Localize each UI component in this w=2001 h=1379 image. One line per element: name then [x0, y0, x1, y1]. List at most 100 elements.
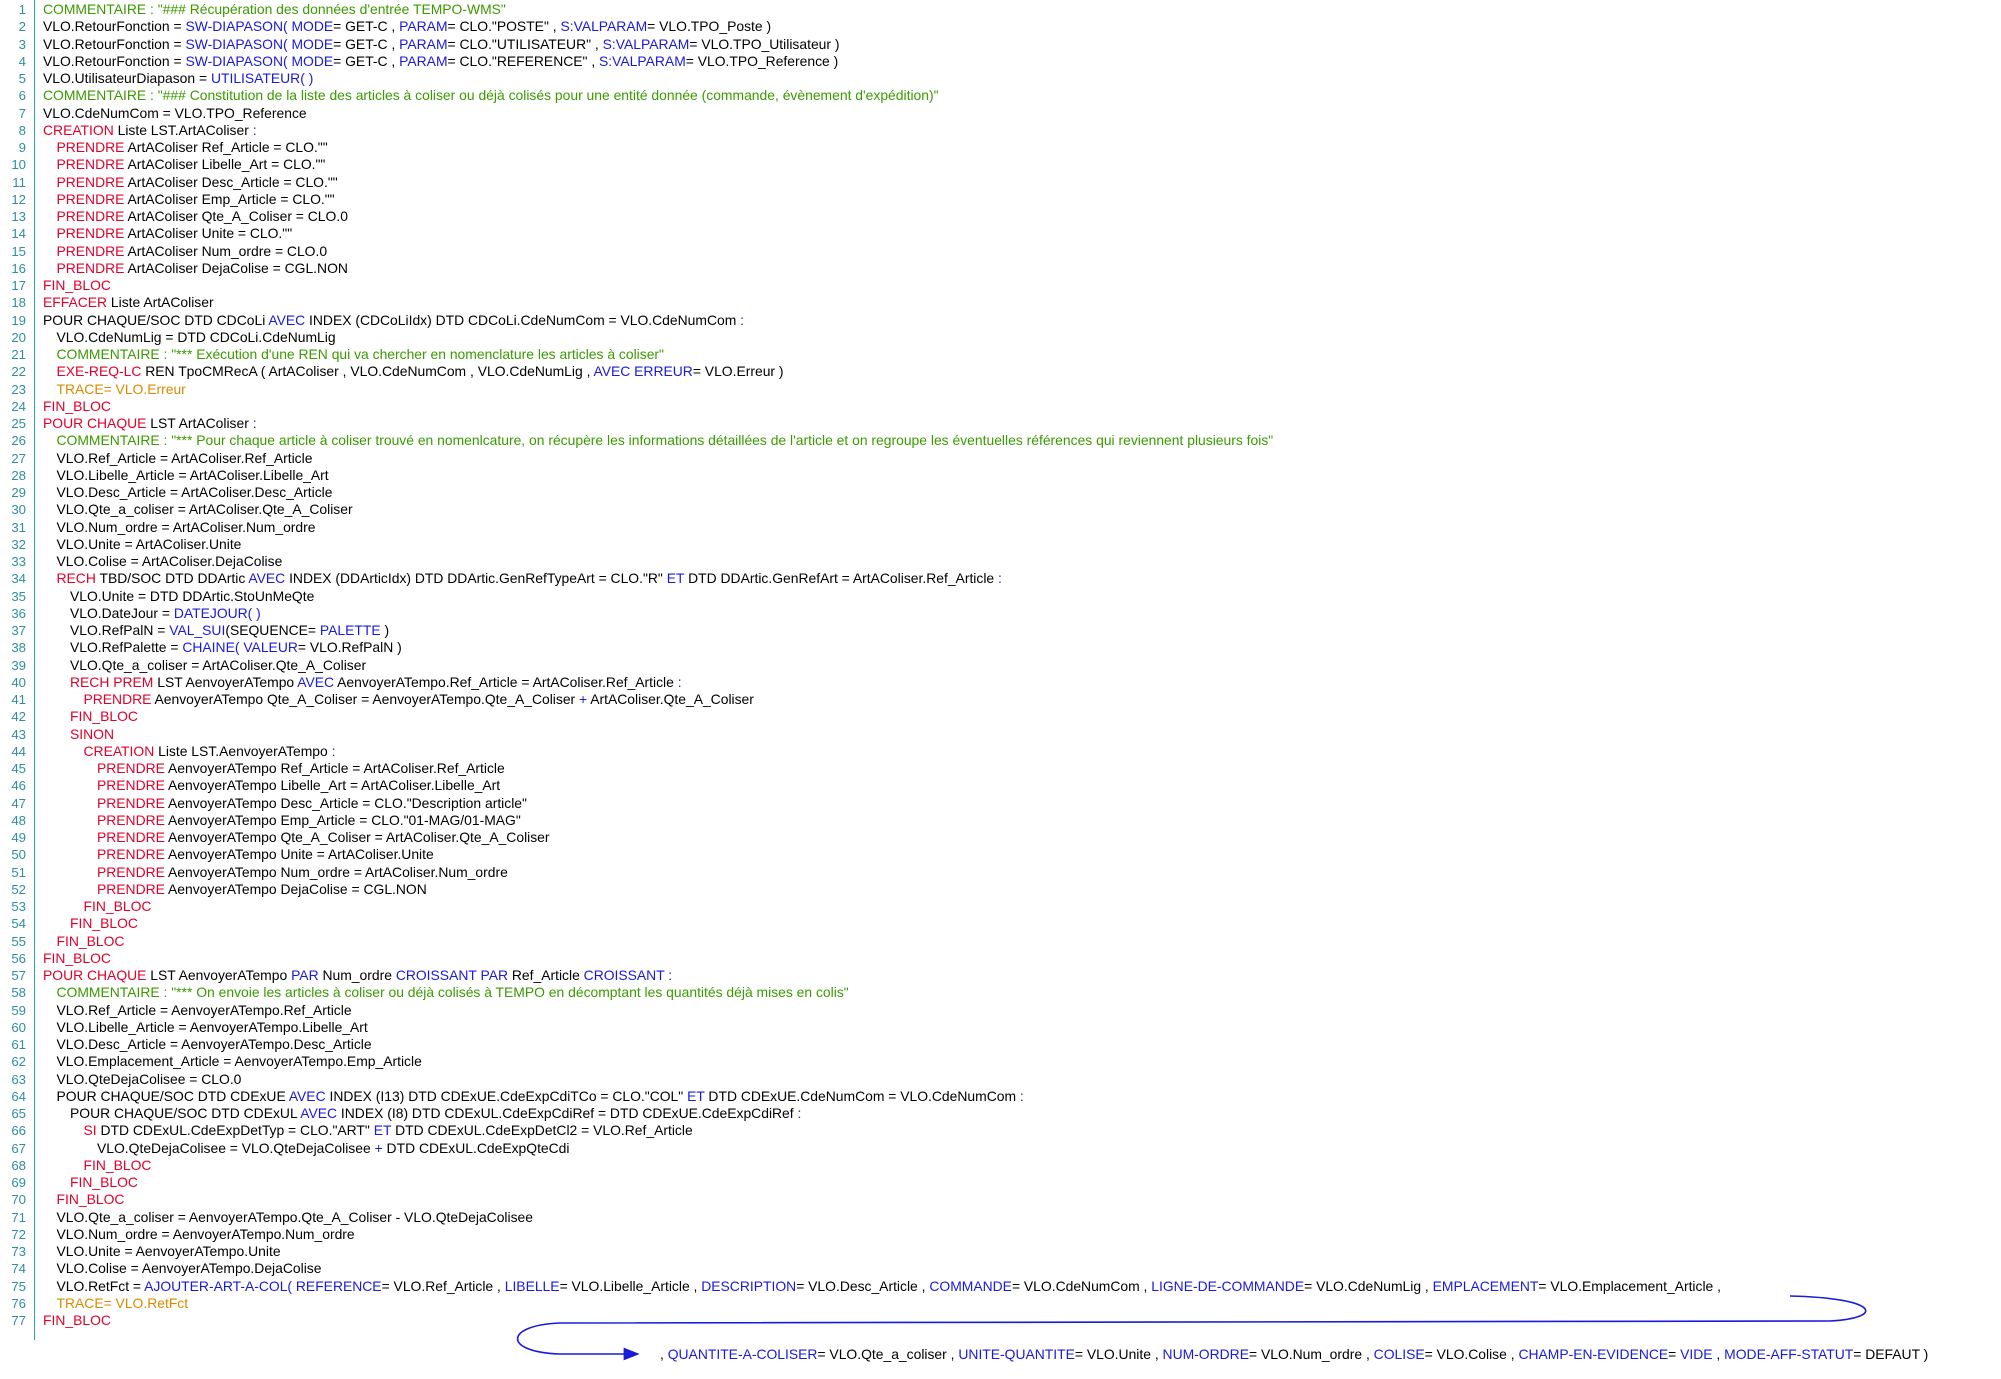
line-number: 36: [11, 605, 26, 621]
code-line[interactable]: 15 PRENDRE ArtAColiser Num_ordre = CLO.0: [0, 243, 1990, 260]
code-line[interactable]: 21 COMMENTAIRE : "*** Exécution d'une REN…: [0, 346, 1990, 363]
code-line[interactable]: 7 VLO.CdeNumCom = VLO.TPO_Reference: [0, 105, 1990, 122]
code-line[interactable]: 42 FIN_BLOC: [0, 708, 1990, 725]
line-number: 39: [11, 657, 26, 673]
code-line[interactable]: 32 VLO.Unite = ArtAColiser.Unite: [0, 536, 1990, 553]
code-token: :: [797, 1105, 802, 1121]
code-line[interactable]: 63 VLO.QteDejaColisee = CLO.0: [0, 1071, 1990, 1088]
code-line[interactable]: 41 PRENDRE AenvoyerATempo Qte_A_Coliser =…: [0, 691, 1990, 708]
code-line[interactable]: 23 TRACE= VLO.Erreur: [0, 381, 1990, 398]
code-line[interactable]: 64 POUR CHAQUE/SOC DTD CDExUE AVEC INDEX …: [0, 1088, 1990, 1105]
code-line[interactable]: 34 RECH TBD/SOC DTD DDArtic AVEC INDEX (D…: [0, 570, 1990, 587]
code-line[interactable]: 16 PRENDRE ArtAColiser DejaColise = CGL.N…: [0, 260, 1990, 277]
code-line[interactable]: 13 PRENDRE ArtAColiser Qte_A_Coliser = CL…: [0, 208, 1990, 225]
code-line[interactable]: 60 VLO.Libelle_Article = AenvoyerATempo.L…: [0, 1019, 1990, 1036]
code-line[interactable]: 14 PRENDRE ArtAColiser Unite = CLO."": [0, 225, 1990, 242]
code-line[interactable]: 66 SI DTD CDExUL.CdeExpDetTyp = CLO."ART"…: [0, 1122, 1990, 1139]
code-line[interactable]: 2 VLO.RetourFonction = SW-DIAPASON( MODE=…: [0, 18, 1990, 35]
code-line[interactable]: 40 RECH PREM LST AenvoyerATempo AVEC Aenv…: [0, 674, 1990, 691]
code-text: VLO.QteDejaColisee = CLO.0: [57, 1071, 242, 1088]
code-token: ,: [1712, 1346, 1725, 1362]
code-line[interactable]: 4 VLO.RetourFonction = SW-DIAPASON( MODE=…: [0, 53, 1990, 70]
code-line[interactable]: 62 VLO.Emplacement_Article = AenvoyerATem…: [0, 1053, 1990, 1070]
code-line[interactable]: 55 FIN_BLOC: [0, 933, 1990, 950]
code-line[interactable]: 46 PRENDRE AenvoyerATempo Libelle_Art = A…: [0, 777, 1990, 794]
code-line[interactable]: 8 CREATION Liste LST.ArtAColiser :: [0, 122, 1990, 139]
code-line[interactable]: 31 VLO.Num_ordre = ArtAColiser.Num_ordre: [0, 519, 1990, 536]
code-line[interactable]: 29 VLO.Desc_Article = ArtAColiser.Desc_Ar…: [0, 484, 1990, 501]
code-line[interactable]: 9 PRENDRE ArtAColiser Ref_Article = CLO."…: [0, 139, 1990, 156]
code-editor[interactable]: 1 COMMENTAIRE : "### Récupération des don…: [0, 0, 2001, 1379]
code-line[interactable]: 48 PRENDRE AenvoyerATempo Emp_Article = C…: [0, 812, 1990, 829]
code-line[interactable]: 61 VLO.Desc_Article = AenvoyerATempo.Desc…: [0, 1036, 1990, 1053]
code-line[interactable]: 70 FIN_BLOC: [0, 1191, 1990, 1208]
code-line[interactable]: 68 FIN_BLOC: [0, 1157, 1990, 1174]
code-line[interactable]: 69 FIN_BLOC: [0, 1174, 1990, 1191]
code-text: FIN_BLOC: [70, 1174, 138, 1191]
code-line[interactable]: 5 VLO.UtilisateurDiapason = UTILISATEUR( …: [0, 70, 1990, 87]
code-text: VLO.Unite = DTD DDArtic.StoUnMeQte: [70, 588, 314, 605]
code-line[interactable]: 28 VLO.Libelle_Article = ArtAColiser.Libe…: [0, 467, 1990, 484]
code-token: AenvoyerATempo Libelle_Art = ArtAColiser…: [164, 777, 501, 794]
code-line[interactable]: 33 VLO.Colise = ArtAColiser.DejaColise: [0, 553, 1990, 570]
code-line[interactable]: 52 PRENDRE AenvoyerATempo DejaColise = CG…: [0, 881, 1990, 898]
code-line[interactable]: 36 VLO.DateJour = DATEJOUR( ): [0, 605, 1990, 622]
code-line[interactable]: 50 PRENDRE AenvoyerATempo Unite = ArtACol…: [0, 846, 1990, 863]
code-token: VLO.RetFct =: [56, 1277, 145, 1294]
code-line[interactable]: 19 POUR CHAQUE/SOC DTD CDCoLi AVEC INDEX …: [0, 312, 1990, 329]
code-line[interactable]: 59 VLO.Ref_Article = AenvoyerATempo.Ref_A…: [0, 1002, 1990, 1019]
code-token: DTD CDExUL.CdeExpDetTyp = CLO."ART": [96, 1122, 374, 1139]
code-line[interactable]: 1 COMMENTAIRE : "### Récupération des don…: [0, 1, 1990, 18]
code-line[interactable]: 18 EFFACER Liste ArtAColiser: [0, 294, 1990, 311]
code-line[interactable]: 45 PRENDRE AenvoyerATempo Ref_Article = A…: [0, 760, 1990, 777]
code-line[interactable]: 76 TRACE= VLO.RetFct: [0, 1295, 1990, 1312]
code-line[interactable]: 39 VLO.Qte_a_coliser = ArtAColiser.Qte_A_…: [0, 657, 1990, 674]
code-token: EXE-REQ-LC: [56, 363, 142, 380]
code-line[interactable]: 67 VLO.QteDejaColisee = VLO.QteDejaColise…: [0, 1140, 1990, 1157]
line-number: 55: [11, 933, 26, 949]
code-line[interactable]: 75 VLO.RetFct = AJOUTER-ART-A-COL( REFERE…: [0, 1278, 1990, 1295]
code-line[interactable]: 20 VLO.CdeNumLig = DTD CDCoLi.CdeNumLig: [0, 329, 1990, 346]
code-line[interactable]: 25 POUR CHAQUE LST ArtAColiser :: [0, 415, 1990, 432]
code-token: NUM-ORDRE: [1162, 1346, 1249, 1362]
code-line[interactable]: 6 COMMENTAIRE : "### Constitution de la l…: [0, 87, 1990, 104]
code-line[interactable]: 71 VLO.Qte_a_coliser = AenvoyerATempo.Qte…: [0, 1209, 1990, 1226]
code-text: PRENDRE AenvoyerATempo Desc_Article = CL…: [97, 795, 527, 812]
code-text: TRACE= VLO.RetFct: [57, 1295, 189, 1312]
code-line[interactable]: 30 VLO.Qte_a_coliser = ArtAColiser.Qte_A_…: [0, 501, 1990, 518]
code-line[interactable]: 56 FIN_BLOC: [0, 950, 1990, 967]
code-token: PAR: [291, 967, 319, 983]
code-text: COMMENTAIRE : "*** Pour chaque article à…: [57, 432, 1274, 449]
code-line[interactable]: 77 FIN_BLOC: [0, 1312, 1990, 1329]
code-line[interactable]: 38 VLO.RefPalette = CHAINE( VALEUR= VLO.R…: [0, 639, 1990, 656]
code-token: ArtAColiser Libelle_Art = CLO."": [124, 156, 326, 173]
code-line[interactable]: 12 PRENDRE ArtAColiser Emp_Article = CLO.…: [0, 191, 1990, 208]
code-line[interactable]: 72 VLO.Num_ordre = AenvoyerATempo.Num_ord…: [0, 1226, 1990, 1243]
code-line[interactable]: 11 PRENDRE ArtAColiser Desc_Article = CLO…: [0, 174, 1990, 191]
code-line[interactable]: 24 FIN_BLOC: [0, 398, 1990, 415]
code-line[interactable]: 43 SINON: [0, 726, 1990, 743]
code-line[interactable]: 22 EXE-REQ-LC REN TpoCMRecA ( ArtAColiser…: [0, 363, 1990, 380]
code-line[interactable]: 54 FIN_BLOC: [0, 915, 1990, 932]
code-line[interactable]: 17 FIN_BLOC: [0, 277, 1990, 294]
code-line[interactable]: 58 COMMENTAIRE : "*** On envoie les artic…: [0, 984, 1990, 1001]
code-line[interactable]: 3 VLO.RetourFonction = SW-DIAPASON( MODE=…: [0, 36, 1990, 53]
code-line[interactable]: 27 VLO.Ref_Article = ArtAColiser.Ref_Arti…: [0, 450, 1990, 467]
code-line[interactable]: 37 VLO.RefPalN = VAL_SUI(SEQUENCE= PALETT…: [0, 622, 1990, 639]
code-text: VLO.QteDejaColisee = VLO.QteDejaColisee …: [97, 1140, 570, 1157]
code-line[interactable]: 35 VLO.Unite = DTD DDArtic.StoUnMeQte: [0, 588, 1990, 605]
code-line[interactable]: 57 POUR CHAQUE LST AenvoyerATempo PAR Num…: [0, 967, 1990, 984]
code-line[interactable]: 26 COMMENTAIRE : "*** Pour chaque article…: [0, 432, 1990, 449]
code-line[interactable]: 10 PRENDRE ArtAColiser Libelle_Art = CLO.…: [0, 156, 1990, 173]
line-number: 35: [11, 588, 26, 604]
code-line[interactable]: 65 POUR CHAQUE/SOC DTD CDExUL AVEC INDEX …: [0, 1105, 1990, 1122]
code-line[interactable]: 44 CREATION Liste LST.AenvoyerATempo :: [0, 743, 1990, 760]
code-line[interactable]: 73 VLO.Unite = AenvoyerATempo.Unite: [0, 1243, 1990, 1260]
code-line[interactable]: 49 PRENDRE AenvoyerATempo Qte_A_Coliser =…: [0, 829, 1990, 846]
code-line[interactable]: 53 FIN_BLOC: [0, 898, 1990, 915]
code-token: ArtAColiser Num_ordre = CLO.0: [124, 242, 328, 259]
code-line[interactable]: 51 PRENDRE AenvoyerATempo Num_ordre = Art…: [0, 864, 1990, 881]
code-line[interactable]: 47 PRENDRE AenvoyerATempo Desc_Article = …: [0, 795, 1990, 812]
code-line[interactable]: 74 VLO.Colise = AenvoyerATempo.DejaColise: [0, 1260, 1990, 1277]
code-token: ArtAColiser DejaColise = CGL.NON: [124, 259, 348, 276]
